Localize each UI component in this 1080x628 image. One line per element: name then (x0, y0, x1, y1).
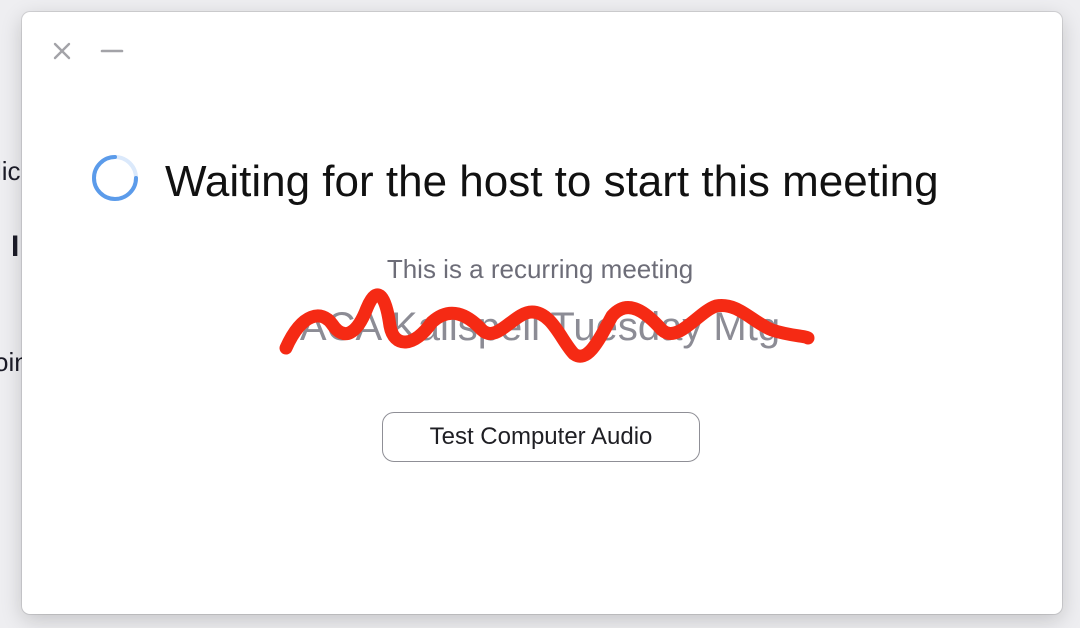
background-text-fragment: I (11, 230, 20, 263)
minimize-icon (100, 49, 124, 53)
loading-spinner (89, 152, 141, 204)
test-computer-audio-button[interactable]: Test Computer Audio (382, 412, 700, 462)
close-icon (53, 42, 71, 60)
loading-spinner-icon (92, 155, 138, 201)
minimize-button[interactable] (100, 39, 124, 63)
close-button[interactable] (50, 39, 74, 63)
background-text-fragment: lic (0, 156, 21, 186)
meeting-name: ACA Kalispell Tuesday Mtg (299, 305, 781, 349)
page-title: Waiting for the host to start this meeti… (165, 157, 939, 206)
meeting-type-label: This is a recurring meeting (386, 254, 694, 284)
waiting-room-dialog: Waiting for the host to start this meeti… (22, 12, 1062, 614)
